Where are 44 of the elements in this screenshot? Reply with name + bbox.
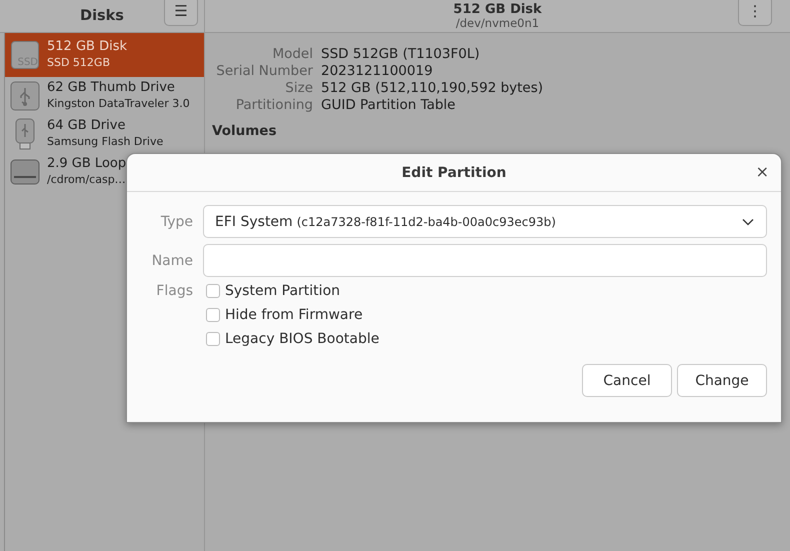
checkbox-label: System Partition bbox=[225, 283, 340, 299]
disk-list-item[interactable]: 64 GB Drive Samsung Flash Drive bbox=[5, 115, 204, 153]
type-dropdown[interactable]: EFI System (c12a7328-f81f-11d2-ba4b-00a0c93ec93b) bbox=[203, 205, 767, 238]
field-label: Size bbox=[284, 80, 313, 97]
usb-stick-icon bbox=[14, 118, 36, 150]
disk-list-item[interactable]: 62 GB Thumb Drive Kingston DataTraveler 3.0 bbox=[5, 77, 204, 115]
checkbox[interactable] bbox=[206, 332, 220, 346]
checkbox[interactable] bbox=[206, 308, 220, 322]
disk-menu-button[interactable]: ⋮ bbox=[738, 0, 772, 26]
disk-name: 512 GB Disk bbox=[47, 39, 127, 55]
checkbox[interactable] bbox=[206, 284, 220, 298]
name-label: Name bbox=[150, 252, 193, 268]
disk-name: 62 GB Thumb Drive bbox=[47, 80, 176, 96]
field-value: SSD 512GB (T1103F0L) bbox=[321, 46, 481, 63]
flags-label: Flags bbox=[155, 283, 193, 299]
usb-drive-icon bbox=[10, 81, 40, 111]
sidebar-title: Disks bbox=[80, 8, 124, 24]
optical-drive-icon bbox=[10, 159, 40, 185]
type-label: Type bbox=[160, 214, 193, 230]
volumes-heading: Volumes bbox=[212, 123, 278, 139]
checkbox-label: Legacy BIOS Bootable bbox=[225, 331, 380, 347]
disk-name: 64 GB Drive bbox=[47, 118, 126, 134]
disk-title: 512 GB Disk bbox=[453, 2, 542, 16]
field-value: 2023121100019 bbox=[321, 63, 434, 80]
disk-subtitle: /cdrom/casp… bbox=[47, 172, 126, 188]
close-button[interactable]: × bbox=[754, 162, 771, 181]
disk-subtitle: Samsung Flash Drive bbox=[47, 134, 164, 150]
disk-subtitle: Kingston DataTraveler 3.0 bbox=[47, 96, 190, 112]
name-input-field[interactable] bbox=[203, 244, 767, 277]
menu-button[interactable]: ☰ bbox=[164, 0, 198, 26]
disk-list-item[interactable]: 2.9 GB Loop /cdrom/casp… bbox=[5, 153, 204, 191]
cancel-button[interactable]: Cancel bbox=[582, 364, 672, 397]
field-label: Serial Number bbox=[215, 63, 313, 80]
dialog-title: Edit Partition bbox=[402, 164, 506, 180]
device-path: /dev/nvme0n1 bbox=[456, 16, 540, 30]
field-value: 512 GB (512,110,190,592 bytes) bbox=[321, 80, 544, 97]
field-label: Model bbox=[271, 46, 313, 63]
checkbox-label: Hide from Firmware bbox=[225, 307, 363, 323]
field-label: Partitioning bbox=[234, 97, 313, 114]
disk-name: 2.9 GB Loop bbox=[47, 156, 126, 172]
change-button[interactable]: Change bbox=[677, 364, 767, 397]
disk-subtitle: SSD 512GB bbox=[47, 55, 111, 71]
chevron-down-icon bbox=[742, 218, 754, 226]
field-value: GUID Partition Table bbox=[321, 97, 456, 114]
